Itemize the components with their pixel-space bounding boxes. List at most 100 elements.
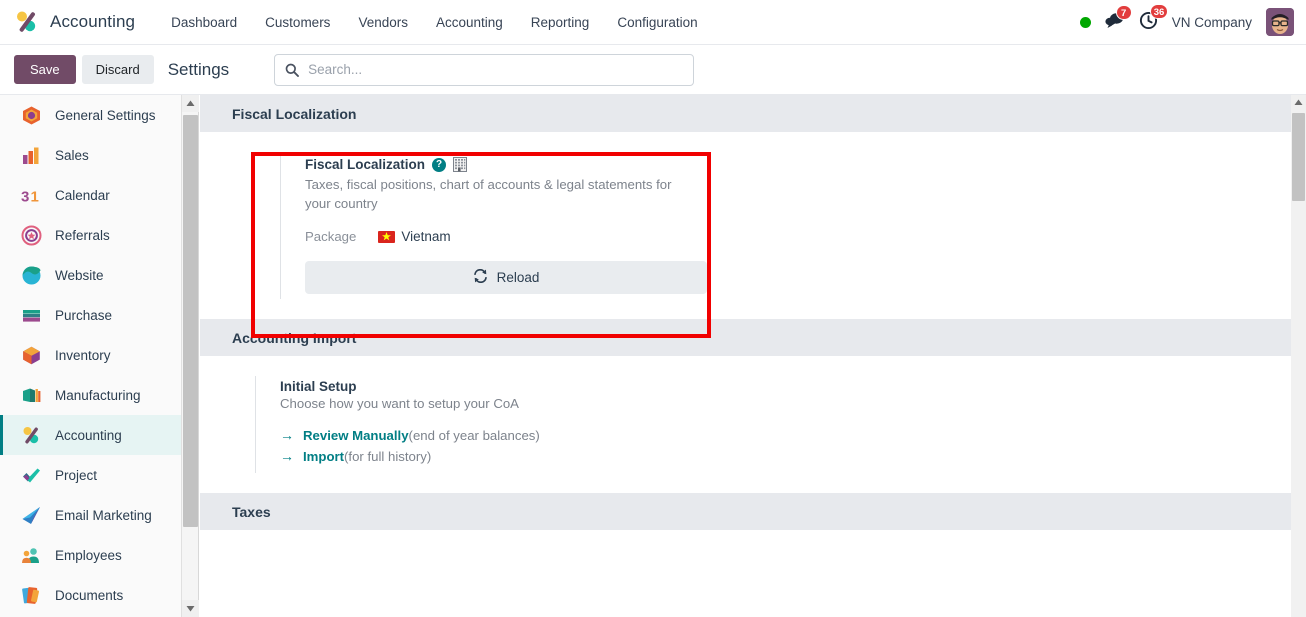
app-name: Accounting — [50, 12, 136, 31]
documents-app-icon — [20, 584, 42, 606]
search-bar[interactable] — [274, 53, 695, 86]
review-manually-link[interactable]: Review Manually — [303, 428, 409, 443]
calendar-app-icon: 3 1 — [20, 184, 42, 206]
website-app-icon — [20, 264, 42, 286]
online-status-dot-icon — [1079, 16, 1091, 28]
menu-item-customers[interactable]: Customers — [251, 9, 344, 36]
initial-setup-links: → Review Manually(end of year balances) … — [280, 428, 675, 464]
sidebar-item-label: Manufacturing — [55, 387, 141, 403]
sidebar-item-referrals[interactable]: Referrals — [0, 215, 181, 255]
messages-badge-count: 7 — [1115, 5, 1132, 20]
menu-item-accounting[interactable]: Accounting — [422, 9, 517, 36]
employees-app-icon — [20, 544, 42, 566]
section-header-taxes: Taxes — [200, 493, 1291, 531]
sidebar-item-label: Referrals — [55, 227, 110, 243]
section-body-accounting-import: Initial Setup Choose how you want to set… — [200, 356, 1291, 494]
sidebar-item-label: Employees — [55, 547, 122, 563]
accounting-app-icon — [20, 424, 42, 446]
sidebar-item-website[interactable]: Website — [0, 255, 181, 295]
main-scrollbar[interactable] — [1291, 95, 1306, 617]
sidebar-item-label: Calendar — [55, 187, 110, 203]
arrow-right-icon: → — [280, 427, 294, 444]
fiscal-localization-description: Taxes, fiscal positions, chart of accoun… — [305, 177, 672, 212]
sidebar-item-inventory[interactable]: Inventory — [0, 335, 181, 375]
project-app-icon — [20, 464, 42, 486]
review-manually-link-row[interactable]: → Review Manually(end of year balances) — [280, 428, 675, 443]
settings-content: Fiscal Localization Fiscal Localization … — [200, 95, 1291, 617]
initial-setup-block: Initial Setup Choose how you want to set… — [255, 376, 675, 474]
settings-sidebar: General Settings Sales 3 1 Calendar Refe… — [0, 95, 182, 617]
help-question-icon[interactable]: ? — [432, 157, 447, 172]
menu-item-configuration[interactable]: Configuration — [603, 9, 711, 36]
search-icon — [285, 63, 300, 77]
arrow-right-icon: → — [280, 448, 294, 465]
navbar-right-group: 7 36 VN Company — [1079, 4, 1306, 36]
sidebar-item-employees[interactable]: Employees — [0, 535, 181, 575]
sidebar-item-label: General Settings — [55, 107, 156, 123]
settings-app-icon — [20, 104, 42, 126]
initial-setup-description: Choose how you want to setup your CoA — [280, 396, 519, 412]
sidebar-item-label: Inventory — [55, 347, 111, 363]
sidebar-item-label: Documents — [55, 587, 124, 603]
sidebar-item-label: Project — [55, 467, 98, 483]
import-link[interactable]: Import — [303, 449, 344, 464]
activities-button[interactable]: 36 — [1139, 4, 1169, 33]
save-button[interactable]: Save — [14, 55, 76, 84]
import-note: (for full history) — [344, 449, 432, 465]
package-row: Package Vietnam — [305, 229, 685, 244]
sidebar-item-label: Website — [55, 267, 104, 283]
svg-text:1: 1 — [30, 188, 38, 205]
main-menu: Dashboard Customers Vendors Accounting R… — [157, 9, 712, 36]
page-title: Settings — [167, 59, 230, 79]
control-panel: Save Discard Settings — [0, 45, 1306, 95]
scroll-up-arrow-icon[interactable] — [182, 95, 199, 112]
messages-button[interactable]: 7 — [1105, 5, 1132, 32]
sidebar-item-label: Email Marketing — [55, 507, 152, 523]
reload-button[interactable]: Reload — [305, 261, 707, 295]
sidebar-scrollbar[interactable] — [182, 95, 199, 617]
search-input[interactable] — [308, 62, 684, 77]
avatar[interactable] — [1266, 8, 1294, 36]
package-label: Package — [305, 229, 357, 245]
svg-text:3: 3 — [21, 188, 29, 205]
sidebar-item-accounting[interactable]: Accounting — [0, 415, 181, 455]
sidebar-item-calendar[interactable]: 3 1 Calendar — [0, 175, 181, 215]
sidebar-item-general-settings[interactable]: General Settings — [0, 95, 181, 135]
building-icon[interactable] — [453, 157, 468, 172]
menu-item-vendors[interactable]: Vendors — [344, 9, 422, 36]
company-switcher[interactable]: VN Company — [1172, 15, 1252, 30]
sidebar-item-project[interactable]: Project — [0, 455, 181, 495]
fiscal-localization-card: Fiscal Localization ? Taxes, fiscal posi… — [280, 152, 707, 300]
sidebar-item-purchase[interactable]: Purchase — [0, 295, 181, 335]
import-link-row[interactable]: → Import(for full history) — [280, 449, 675, 464]
brand-home-link[interactable]: Accounting — [14, 9, 135, 35]
scroll-up-arrow-icon[interactable] — [1291, 95, 1306, 110]
email-marketing-app-icon — [20, 504, 42, 526]
sidebar-item-manufacturing[interactable]: Manufacturing — [0, 375, 181, 415]
activities-badge-count: 36 — [1149, 4, 1169, 19]
main-scroll-thumb[interactable] — [1292, 113, 1305, 201]
sidebar-item-documents[interactable]: Documents — [0, 575, 181, 615]
fiscal-localization-title-row: Fiscal Localization ? — [305, 157, 685, 172]
sidebar-item-email-marketing[interactable]: Email Marketing — [0, 495, 181, 535]
menu-item-reporting[interactable]: Reporting — [517, 9, 604, 36]
setting-title-text: Fiscal Localization — [305, 157, 426, 172]
review-manually-note: (end of year balances) — [408, 428, 540, 444]
purchase-app-icon — [20, 304, 42, 326]
inventory-app-icon — [20, 344, 42, 366]
scroll-down-arrow-icon[interactable] — [182, 600, 199, 617]
sidebar-item-label: Sales — [55, 147, 89, 163]
section-body-fiscal-localization: Fiscal Localization ? Taxes, fiscal posi… — [200, 132, 1291, 320]
section-header-fiscal-localization: Fiscal Localization — [200, 95, 1291, 132]
package-value-field[interactable]: Vietnam — [378, 229, 451, 245]
accounting-logo-icon — [14, 9, 40, 35]
reload-button-label: Reload — [496, 270, 540, 286]
initial-setup-title: Initial Setup — [280, 379, 357, 395]
package-country-name: Vietnam — [401, 229, 451, 245]
menu-item-dashboard[interactable]: Dashboard — [157, 9, 251, 36]
discard-button[interactable]: Discard — [81, 55, 154, 84]
section-header-accounting-import: Accounting Import — [200, 319, 1291, 357]
sales-app-icon — [20, 144, 42, 166]
sidebar-item-sales[interactable]: Sales — [0, 135, 181, 175]
sidebar-scroll-thumb[interactable] — [183, 115, 198, 527]
